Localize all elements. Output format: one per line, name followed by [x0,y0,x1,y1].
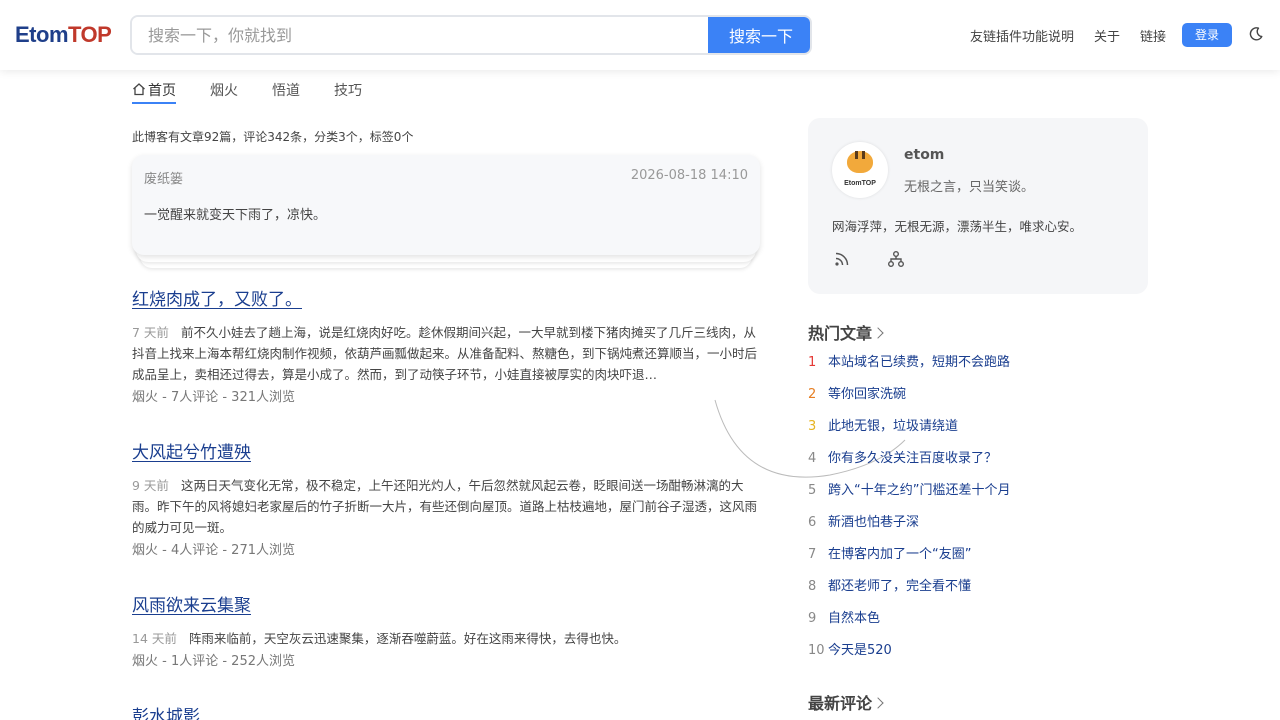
login-button[interactable]: 登录 [1182,23,1232,47]
article-age: 14 天前 [132,631,177,646]
hot-rank: 10 [808,643,825,658]
hot-article-item[interactable]: 1 本站域名已续费，短期不会跑路 [808,351,1010,370]
hot-rank: 5 [808,483,817,498]
hot-article-link[interactable]: 自然本色 [828,611,880,626]
search-button[interactable]: 搜索一下 [708,17,810,53]
nav-link-links[interactable]: 链接 [1140,26,1166,45]
hot-article-item[interactable]: 2 等你回家洗碗 [808,383,906,402]
hot-article-item[interactable]: 5 跨入“十年之约”门槛还差十个月 [808,479,1010,498]
profile-card: EtomTOP etom 无根之言，只当笑谈。 网海浮萍，无根无源，漂荡半生，唯… [808,118,1148,294]
hot-article-item[interactable]: 3 此地无银，垃圾请绕道 [808,415,958,434]
article-excerpt: 14 天前 阵雨来临前，天空灰云迅速聚集，逐渐吞噬蔚蓝。好在这雨来得快，去得也快。 [132,628,760,649]
article-item: 风雨欲来云集聚 14 天前 阵雨来临前，天空灰云迅速聚集，逐渐吞噬蔚蓝。好在这雨来… [132,591,760,669]
note-author: 废纸篓 [144,172,184,187]
tab-fireworks[interactable]: 烟火 [210,80,238,100]
nav-link-plugin-docs[interactable]: 友链插件功能说明 [970,26,1074,45]
latest-comments-heading[interactable]: 最新评论 [808,690,884,714]
hot-article-item[interactable]: 4 你有多久没关注百度收录了？ [808,447,997,466]
hot-article-link[interactable]: 你有多久没关注百度收录了？ [828,451,997,466]
article-item: 大风起兮竹遭殃 9 天前 这两日天气变化无常，极不稳定，上午还阳光灼人，午后忽然就… [132,438,760,558]
site-logo[interactable]: EtomTOP [15,22,112,48]
avatar[interactable]: EtomTOP [832,142,888,198]
hot-rank: 7 [808,547,817,562]
hot-article-link[interactable]: 跨入“十年之约”门槛还差十个月 [828,483,1010,498]
hot-article-link[interactable]: 在博客内加了一个“友圈” [828,547,971,562]
avatar-stripe [862,151,865,159]
profile-name: etom [904,147,945,163]
profile-description: 网海浮萍，无根无源，漂荡半生，唯求心安。 [832,219,1083,234]
tab-enlightenment[interactable]: 悟道 [272,80,300,100]
article-item: 红烧肉成了，又败了。 7 天前 前不久小娃去了趟上海，说是红烧肉好吃。趁休假期间兴… [132,285,760,405]
article-meta: 烟火 - 1人评论 - 252人浏览 [132,654,295,669]
tab-home-label: 首页 [148,83,176,99]
hot-article-item[interactable]: 9 自然本色 [808,607,880,626]
article-age: 7 天前 [132,325,169,340]
avatar-logo-text: EtomTOP [844,180,876,187]
logo-text-part2: TOP [68,22,112,47]
chevron-right-icon [872,697,884,709]
hot-article-link[interactable]: 都还老师了，完全看不懂 [828,579,971,594]
hot-rank: 3 [808,419,817,434]
hot-rank: 6 [808,515,817,530]
hot-articles-heading[interactable]: 热门文章 [808,320,884,344]
profile-motto: 无根之言，只当笑谈。 [904,180,1035,195]
hot-rank: 8 [808,579,817,594]
article-age: 9 天前 [132,478,169,493]
search-box: 搜索一下 [130,15,812,55]
hot-article-item[interactable]: 6 新酒也怕巷子深 [808,511,919,530]
avatar-tiger-face [847,151,873,173]
article-title[interactable]: 大风起兮竹遭殃 [132,438,760,463]
blog-stats: 此博客有文章92篇，评论342条，分类3个，标签0个 [132,130,414,144]
home-icon [133,83,145,96]
top-header: EtomTOP 搜索一下 友链插件功能说明 关于 链接 登录 [0,0,1280,70]
article-title[interactable]: 风雨欲来云集聚 [132,591,760,616]
note-card[interactable]: 废纸篓 2026-08-18 14:10 一觉醒来就变天下雨了，凉快。 [132,155,760,255]
hot-article-item[interactable]: 7 在博客内加了一个“友圈” [808,543,971,562]
sitemap-icon[interactable] [887,250,905,268]
article-excerpt-text: 这两日天气变化无常，极不稳定，上午还阳光灼人，午后忽然就风起云卷，眨眼间送一场酣… [132,478,758,535]
article-title[interactable]: 红烧肉成了，又败了。 [132,285,760,310]
article-item: 彭水城影 [132,702,760,720]
tab-home[interactable]: 首页 [132,80,176,104]
article-meta: 烟火 - 4人评论 - 271人浏览 [132,543,295,558]
article-excerpt-text: 前不久小娃去了趟上海，说是红烧肉好吃。趁休假期间兴起，一大早就到楼下猪肉摊买了几… [132,325,758,382]
hot-article-item[interactable]: 8 都还老师了，完全看不懂 [808,575,971,594]
latest-comments-title: 最新评论 [808,694,873,713]
note-time: 2026-08-18 14:10 [630,168,748,183]
hot-article-link[interactable]: 本站域名已续费，短期不会跑路 [828,355,1010,370]
nav-link-about[interactable]: 关于 [1094,26,1120,45]
article-excerpt-text: 阵雨来临前，天空灰云迅速聚集，逐渐吞噬蔚蓝。好在这雨来得快，去得也快。 [188,631,627,646]
hot-rank: 4 [808,451,817,466]
article-excerpt: 7 天前 前不久小娃去了趟上海，说是红烧肉好吃。趁休假期间兴起，一大早就到楼下猪肉… [132,322,760,385]
logo-text-part1: Etom [15,22,69,47]
hot-article-link[interactable]: 今天是520 [828,643,892,658]
hot-article-item[interactable]: 10 今天是520 [808,639,892,658]
hot-articles-title: 热门文章 [808,324,873,343]
article-excerpt: 9 天前 这两日天气变化无常，极不稳定，上午还阳光灼人，午后忽然就风起云卷，眨眼间… [132,475,760,538]
search-input[interactable] [132,17,708,53]
chevron-right-icon [872,327,884,339]
hot-article-link[interactable]: 此地无银，垃圾请绕道 [828,419,958,434]
rss-icon[interactable] [833,250,851,268]
tab-tips[interactable]: 技巧 [334,80,362,100]
article-title[interactable]: 彭水城影 [132,702,760,720]
hot-article-link[interactable]: 新酒也怕巷子深 [828,515,919,530]
dark-mode-moon-icon[interactable] [1248,26,1264,42]
hot-article-link[interactable]: 等你回家洗碗 [828,387,906,402]
article-meta: 烟火 - 7人评论 - 321人浏览 [132,390,295,405]
hot-rank: 2 [808,387,817,402]
note-text: 一觉醒来就变天下雨了，凉快。 [144,208,327,223]
hot-rank: 9 [808,611,817,626]
hot-rank: 1 [808,355,817,370]
avatar-stripe [855,151,858,159]
